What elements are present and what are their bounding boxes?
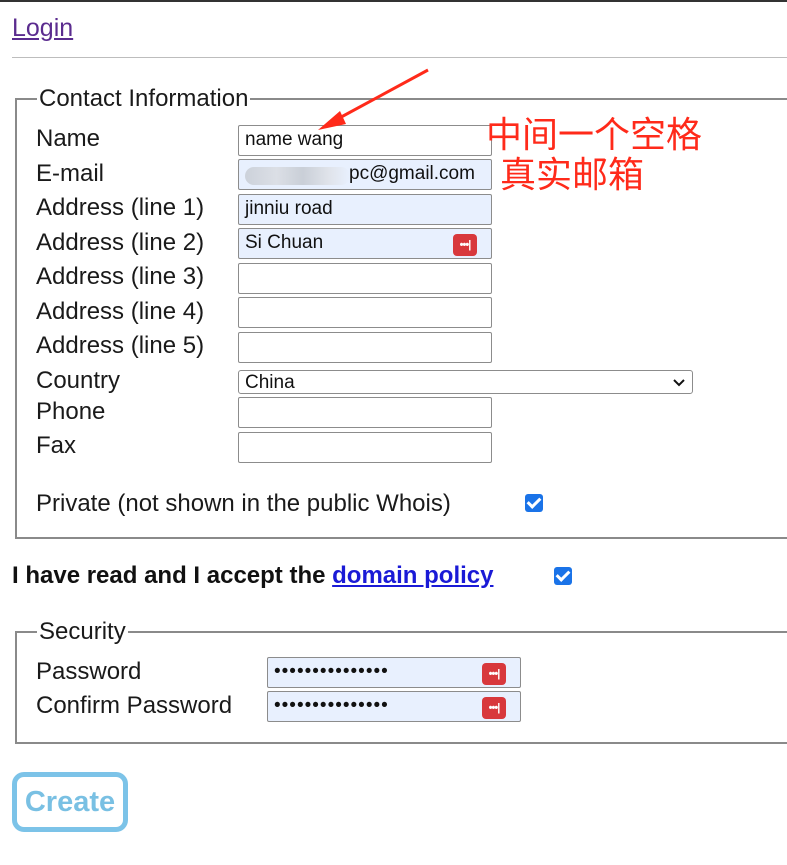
private-label: Private (not shown in the public Whois) [36,490,451,517]
password-value: ••••••••••••••• [274,661,389,682]
email-value: pc@gmail.com [349,163,475,184]
top-border [0,0,787,2]
policy-text: I have read and I accept the [12,562,333,589]
country-value: China [245,372,295,393]
fax-input[interactable] [238,432,492,463]
address2-value: Si Chuan [245,232,324,253]
email-label: E-mail [36,160,105,187]
email-redaction-blur [245,167,350,185]
chevron-down-icon [672,373,686,397]
phone-label: Phone [36,398,106,425]
password-key-icon[interactable]: •••| [482,663,506,685]
password-key-icon[interactable]: •••| [482,697,506,719]
policy-checkbox[interactable] [554,567,572,585]
fax-label: Fax [36,432,77,459]
security-legend: Security [39,618,126,645]
policy-statement: I have read and I accept the domain poli… [12,562,493,590]
divider [12,57,787,58]
email-input[interactable]: pc@gmail.com [238,159,492,190]
password-key-icon[interactable]: •••| [453,234,477,256]
address1-value: jinniu road [245,198,333,219]
address5-label: Address (line 5) [36,332,205,359]
address3-label: Address (line 3) [36,263,205,290]
annotation-email-note: 真实邮箱 [500,155,645,196]
address1-input[interactable]: jinniu road [238,194,492,225]
phone-input[interactable] [238,397,492,428]
confirm-password-label: Confirm Password [36,692,233,719]
address4-input[interactable] [238,297,492,328]
private-checkbox[interactable] [525,494,543,512]
address1-label: Address (line 1) [36,194,205,221]
address2-label: Address (line 2) [36,229,205,256]
confirm-password-input[interactable]: ••••••••••••••• •••| [267,691,521,722]
address3-input[interactable] [238,263,492,294]
address5-input[interactable] [238,332,492,363]
address2-input[interactable]: Si Chuan •••| [238,228,492,259]
login-link[interactable]: Login [12,14,73,43]
annotation-arrow-icon [318,68,429,130]
name-label: Name [36,125,101,152]
contact-legend: Contact Information [39,85,249,112]
password-input[interactable]: ••••••••••••••• •••| [267,657,521,688]
domain-policy-link[interactable]: domain policy [332,562,493,589]
address4-label: Address (line 4) [36,298,205,325]
create-button[interactable]: Create [12,772,128,832]
country-label: Country [36,367,121,394]
password-label: Password [36,658,142,685]
country-select[interactable]: China [238,370,693,394]
annotation-space-note: 中间一个空格 [486,115,703,156]
confirm-password-value: ••••••••••••••• [274,695,389,716]
